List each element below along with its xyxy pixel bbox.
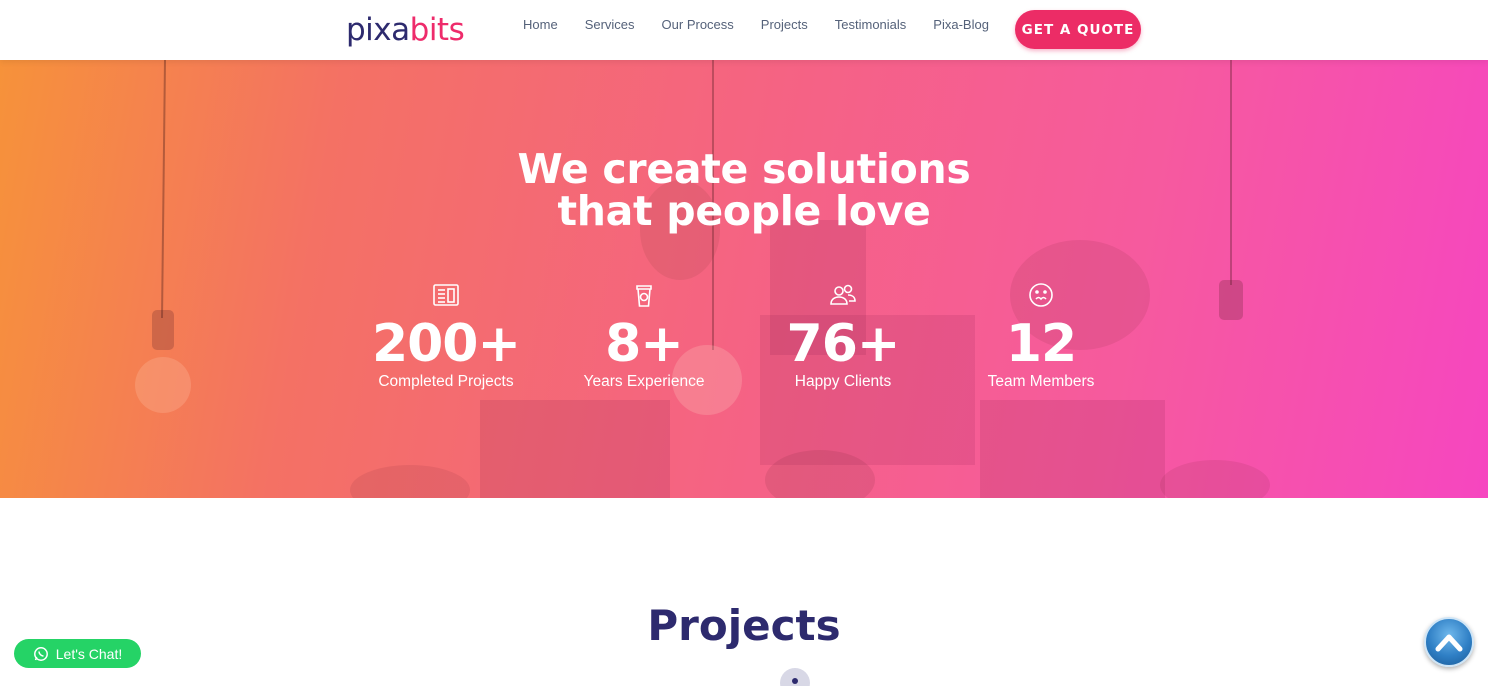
stat-label: Team Members <box>987 373 1095 390</box>
stat-number: 8+ <box>605 314 684 374</box>
stat-label: Completed Projects <box>378 373 514 390</box>
hero-title: We create solutions that people love <box>0 148 1488 232</box>
lets-chat-button[interactable]: Let's Chat! <box>14 639 141 668</box>
hero-title-line1: We create solutions <box>517 145 971 193</box>
stat-completed-projects: 200+ Completed Projects <box>346 280 546 392</box>
stat-years-experience: 8+ Years Experience <box>544 280 744 392</box>
lets-chat-label: Let's Chat! <box>55 645 123 662</box>
nav-projects[interactable]: Projects <box>761 17 808 33</box>
projects-heading: Projects <box>647 601 841 650</box>
whatsapp-icon <box>33 646 48 661</box>
nav-our-process[interactable]: Our Process <box>662 17 734 33</box>
main-nav: Home Services Our Process Projects Testi… <box>523 17 1016 33</box>
chevron-up-icon <box>1435 634 1463 652</box>
stat-label: Happy Clients <box>794 373 892 390</box>
scroll-to-top-button[interactable] <box>1424 617 1474 667</box>
hero-section: We create solutions that people love 200… <box>0 60 1488 498</box>
nav-home[interactable]: Home <box>523 17 558 33</box>
logo[interactable]: pixabits <box>346 10 465 50</box>
stat-happy-clients: 76+ Happy Clients <box>743 280 943 392</box>
cup-icon <box>636 285 652 307</box>
stat-number: 200+ <box>371 314 521 374</box>
hero-background-decoration <box>135 60 1270 498</box>
stat-team-members: 12 Team Members <box>941 280 1141 392</box>
nav-testimonials[interactable]: Testimonials <box>835 17 907 33</box>
logo-text-part2: bits <box>409 12 465 48</box>
projects-divider-dot-icon <box>780 668 810 686</box>
nav-pixa-blog[interactable]: Pixa-Blog <box>933 17 989 33</box>
users-icon <box>830 284 856 305</box>
site-header: pixabits Home Services Our Process Proje… <box>0 0 1488 60</box>
stat-number: 76+ <box>786 314 901 374</box>
stat-label: Years Experience <box>583 373 705 390</box>
get-a-quote-button[interactable]: GET A QUOTE <box>1015 10 1141 49</box>
nav-services[interactable]: Services <box>585 17 635 33</box>
newspaper-icon <box>433 284 459 306</box>
logo-text-part1: pixa <box>346 12 410 48</box>
stat-number: 12 <box>1005 314 1077 374</box>
face-icon <box>1029 283 1053 307</box>
hero-title-line2: that people love <box>557 187 931 235</box>
